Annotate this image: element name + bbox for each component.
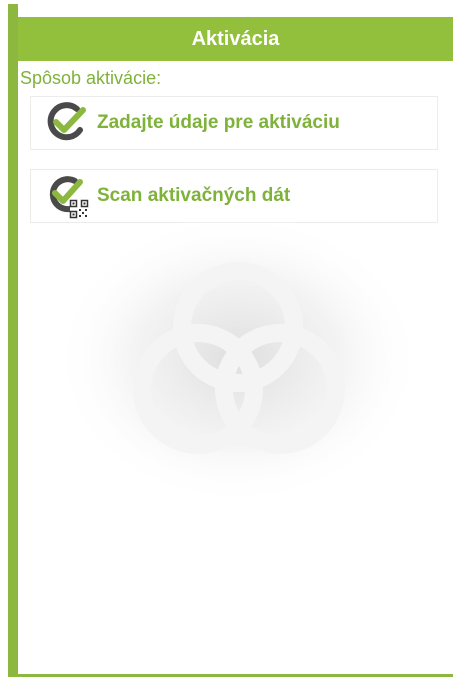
logo-watermark xyxy=(53,211,423,507)
scan-activation-data-button[interactable]: Scan aktivačných dát xyxy=(30,169,438,223)
check-circle-qr-icon xyxy=(49,176,89,219)
enter-activation-data-button[interactable]: Zadajte údaje pre aktiváciu xyxy=(30,96,438,150)
check-circle-icon xyxy=(47,102,86,141)
option-label-scan: Scan aktivačných dát xyxy=(97,185,291,206)
section-label: Spôsob aktivácie: xyxy=(20,68,162,88)
option-label-enter-data: Zadajte údaje pre aktiváciu xyxy=(97,112,340,133)
qr-code-icon xyxy=(69,199,89,219)
activation-screen: Aktivácia Spôsob aktivácie: Zadajte údaj… xyxy=(8,4,453,677)
title-bar: Aktivácia xyxy=(18,17,453,61)
page-title: Aktivácia xyxy=(191,27,280,50)
